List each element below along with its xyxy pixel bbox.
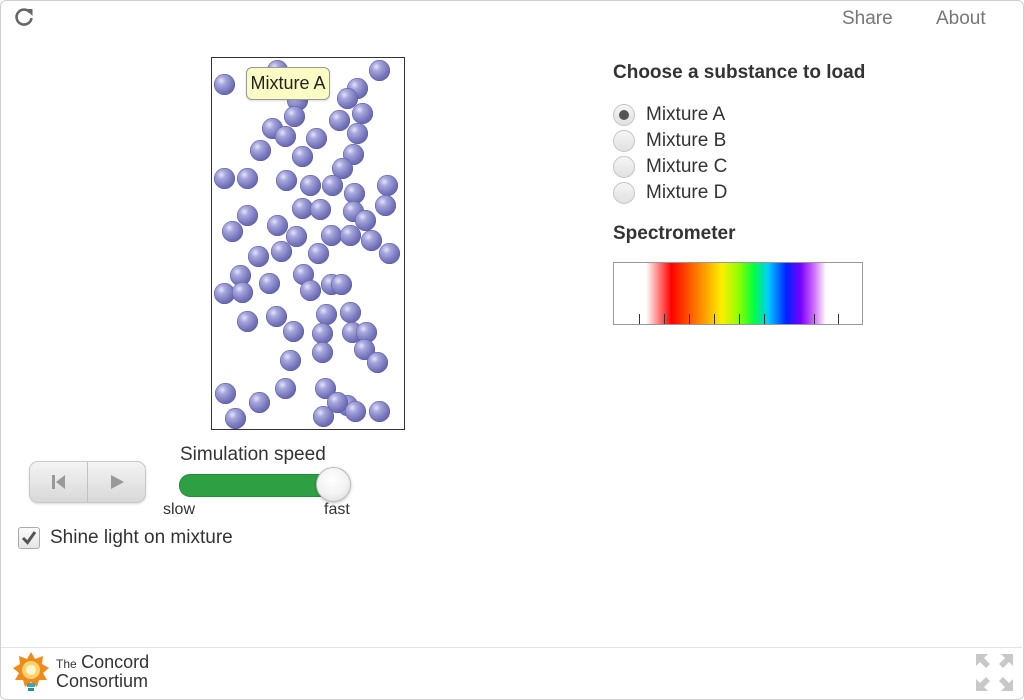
particle	[321, 225, 342, 246]
skip-back-icon	[51, 475, 65, 489]
substance-chooser-title: Choose a substance to load	[613, 62, 866, 83]
particle	[375, 195, 396, 216]
spectrometer-title: Spectrometer	[613, 223, 736, 244]
particle	[237, 168, 258, 189]
particle	[237, 311, 258, 332]
radio-button[interactable]	[613, 182, 635, 204]
logo-text: The Concord Consortium	[56, 651, 150, 691]
radio-mixture-b[interactable]: Mixture B	[613, 130, 726, 152]
particle	[214, 168, 235, 189]
particle	[237, 205, 258, 226]
radio-label: Mixture B	[646, 130, 727, 151]
particle	[329, 110, 350, 131]
particle	[292, 146, 313, 167]
reset-button[interactable]	[30, 462, 87, 502]
particle	[300, 175, 321, 196]
spectrometer-tick	[814, 314, 815, 324]
particle	[322, 175, 343, 196]
simulation-speed-thumb[interactable]	[316, 467, 351, 502]
emission-spectrum	[646, 263, 826, 324]
shine-light-toggle[interactable]: Shine light on mixture	[18, 527, 233, 549]
radio-mixture-d[interactable]: Mixture D	[613, 182, 727, 204]
concord-logo[interactable]: The Concord Consortium	[12, 651, 149, 693]
particle	[267, 215, 288, 236]
radio-mixture-c[interactable]: Mixture C	[613, 156, 727, 178]
radio-label: Mixture C	[646, 156, 728, 177]
particle	[331, 274, 352, 295]
spectrometer-tick	[789, 314, 790, 324]
speed-min-label: slow	[163, 501, 196, 518]
mixture-simulation: Mixture A	[211, 57, 405, 430]
particle	[271, 241, 292, 262]
particle	[369, 60, 390, 81]
play-button[interactable]	[87, 462, 145, 502]
spectrometer-tick	[664, 314, 665, 324]
particle	[312, 342, 333, 363]
radio-button[interactable]	[613, 104, 635, 126]
radio-button[interactable]	[613, 156, 635, 178]
particle	[232, 282, 253, 303]
playback-controls	[29, 461, 146, 503]
particle	[340, 225, 361, 246]
particle	[275, 378, 296, 399]
particle	[340, 302, 361, 323]
shine-light-checkbox[interactable]	[18, 527, 40, 549]
particle	[266, 306, 287, 327]
app-frame	[0, 0, 1024, 700]
particle	[275, 126, 296, 147]
share-link[interactable]: Share	[842, 8, 893, 30]
particle	[259, 273, 280, 294]
radio-button[interactable]	[613, 130, 635, 152]
particle	[250, 140, 271, 161]
particle	[249, 392, 270, 413]
particle	[345, 401, 366, 422]
particle	[276, 170, 297, 191]
particle	[347, 123, 368, 144]
fullscreen-icon[interactable]	[975, 653, 1014, 692]
particle	[352, 103, 373, 124]
spectrometer-tick	[689, 314, 690, 324]
particle	[316, 304, 337, 325]
play-icon	[110, 475, 124, 489]
particle	[283, 321, 304, 342]
particle	[284, 106, 305, 127]
particle	[312, 323, 333, 344]
lightbulb-logo-icon	[13, 652, 49, 691]
spectrometer-tick	[739, 314, 740, 324]
particle	[367, 352, 388, 373]
particle	[369, 401, 390, 422]
particle	[215, 383, 236, 404]
spectrometer-tick	[714, 314, 715, 324]
particle	[308, 243, 329, 264]
particle	[310, 199, 331, 220]
radio-label: Mixture D	[646, 182, 728, 203]
radio-mixture-a[interactable]: Mixture A	[613, 104, 725, 126]
checkmark-icon	[21, 531, 37, 545]
spectrometer-display	[613, 262, 863, 325]
spectrometer-tick	[639, 314, 640, 324]
particle	[225, 408, 246, 429]
particle	[377, 175, 398, 196]
particle	[300, 280, 321, 301]
particle	[214, 74, 235, 95]
mixture-label: Mixture A	[246, 67, 330, 100]
about-link[interactable]: About	[936, 8, 986, 30]
reload-icon[interactable]	[13, 6, 35, 28]
radio-label: Mixture A	[646, 104, 726, 125]
spectrometer-tick	[838, 314, 839, 324]
speed-max-label: fast	[324, 501, 350, 518]
particle	[306, 128, 327, 149]
particle	[248, 246, 269, 267]
spectrometer-tick	[764, 314, 765, 324]
footer-divider	[1, 647, 1022, 648]
simulation-speed-label: Simulation speed	[180, 444, 326, 465]
particle	[280, 350, 301, 371]
particle	[222, 221, 243, 242]
shine-light-label: Shine light on mixture	[50, 527, 233, 548]
particle	[361, 230, 382, 251]
particle	[379, 243, 400, 264]
